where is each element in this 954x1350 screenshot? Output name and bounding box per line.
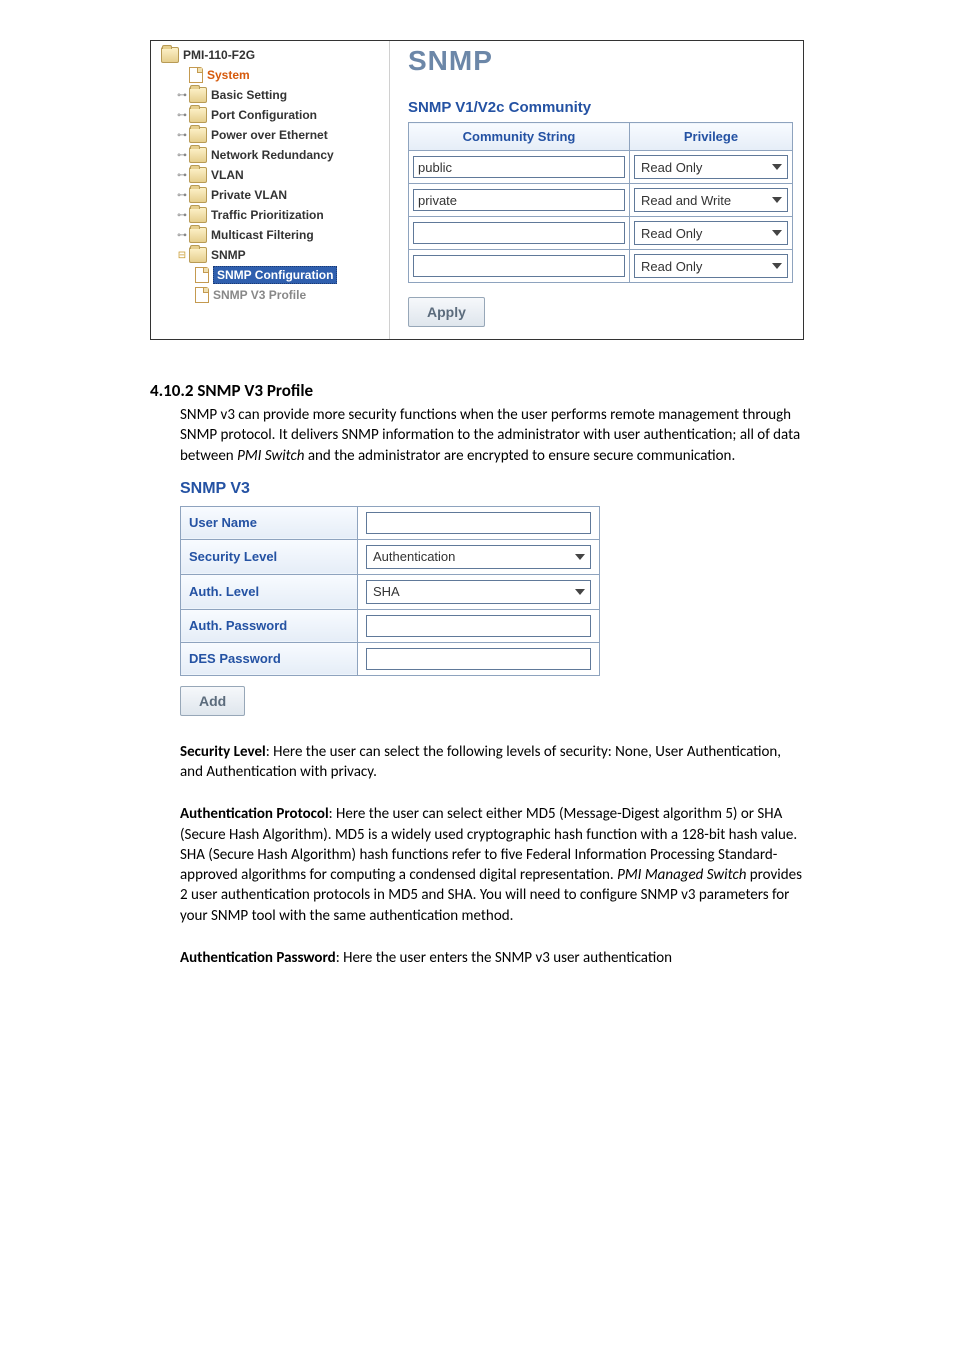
th-community: Community String	[409, 123, 630, 151]
apply-button[interactable]: Apply	[408, 297, 485, 327]
expand-icon[interactable]: ⊶	[177, 170, 187, 181]
lbl-security-level: Security Level	[181, 539, 358, 574]
chevron-down-icon	[769, 159, 785, 175]
community-input-0[interactable]	[413, 156, 625, 178]
paragraph-security-level: Security Level: Here the user can select…	[180, 742, 804, 783]
snmp-v3-screenshot: SNMP V3 User Name Security Level Authent…	[180, 480, 804, 716]
folder-icon	[161, 47, 179, 63]
chevron-down-icon	[769, 192, 785, 208]
expand-icon[interactable]: ⊶	[177, 90, 187, 101]
th-privilege: Privilege	[630, 123, 793, 151]
tree-snmp-config[interactable]: SNMP Configuration	[155, 265, 385, 285]
tree-snmp-v3-profile[interactable]: SNMP V3 Profile	[155, 285, 385, 305]
collapse-icon[interactable]: ⊟	[177, 250, 187, 261]
snmp-config-screenshot: PMI-110-F2G System ⊶ Basic Setting ⊶ Por…	[150, 40, 804, 340]
tree-poe[interactable]: ⊶ Power over Ethernet	[155, 125, 385, 145]
lbl-auth-level: Auth. Level	[181, 574, 358, 609]
expand-icon[interactable]: ⊶	[177, 230, 187, 241]
snmp-v3-table: User Name Security Level Authentication …	[180, 506, 600, 676]
privilege-select-2[interactable]: Read Only	[634, 221, 788, 245]
des-password-input[interactable]	[366, 648, 591, 670]
tree-port-config[interactable]: ⊶ Port Configuration	[155, 105, 385, 125]
lbl-user-name: User Name	[181, 506, 358, 539]
lbl-des-password: DES Password	[181, 642, 358, 675]
tree-basic-setting[interactable]: ⊶ Basic Setting	[155, 85, 385, 105]
folder-icon	[189, 187, 207, 203]
tree-vlan[interactable]: ⊶ VLAN	[155, 165, 385, 185]
folder-icon	[189, 87, 207, 103]
paragraph-auth-protocol: Authentication Protocol: Here the user c…	[180, 804, 804, 926]
section-heading-4-10-2: 4.10.2 SNMP V3 Profile	[150, 380, 804, 401]
tree-system[interactable]: System	[155, 65, 385, 85]
chevron-down-icon	[572, 584, 588, 600]
tree-snmp[interactable]: ⊟ SNMP	[155, 245, 385, 265]
tree-root[interactable]: PMI-110-F2G	[155, 45, 385, 65]
security-level-select[interactable]: Authentication	[366, 545, 591, 569]
user-name-input[interactable]	[366, 512, 591, 534]
community-input-2[interactable]	[413, 222, 625, 244]
chevron-down-icon	[769, 258, 785, 274]
nav-tree: PMI-110-F2G System ⊶ Basic Setting ⊶ Por…	[151, 41, 389, 339]
expand-icon[interactable]: ⊶	[177, 150, 187, 161]
community-input-1[interactable]	[413, 189, 625, 211]
expand-icon[interactable]: ⊶	[177, 190, 187, 201]
tree-traffic-prio[interactable]: ⊶ Traffic Prioritization	[155, 205, 385, 225]
add-button[interactable]: Add	[180, 686, 245, 716]
table-row: Read and Write	[409, 184, 793, 217]
auth-password-input[interactable]	[366, 615, 591, 637]
chevron-down-icon	[572, 549, 588, 565]
page-title: SNMP	[408, 45, 793, 77]
expand-icon[interactable]: ⊶	[177, 130, 187, 141]
page-icon	[195, 287, 209, 303]
paragraph-auth-password: Authentication Password: Here the user e…	[180, 948, 804, 968]
snmp-v3-title: SNMP V3	[180, 480, 804, 498]
tree-private-vlan[interactable]: ⊶ Private VLAN	[155, 185, 385, 205]
privilege-select-1[interactable]: Read and Write	[634, 188, 788, 212]
folder-icon	[189, 147, 207, 163]
folder-icon	[189, 207, 207, 223]
table-row: Read Only	[409, 250, 793, 283]
folder-icon	[189, 107, 207, 123]
folder-icon	[189, 247, 207, 263]
page-icon	[195, 267, 209, 283]
tree-multicast[interactable]: ⊶ Multicast Filtering	[155, 225, 385, 245]
section-heading: SNMP V1/V2c Community	[408, 99, 793, 116]
folder-icon	[189, 227, 207, 243]
page-icon	[189, 67, 203, 83]
folder-icon	[189, 127, 207, 143]
lbl-auth-password: Auth. Password	[181, 609, 358, 642]
expand-icon[interactable]: ⊶	[177, 210, 187, 221]
paragraph-intro: SNMP v3 can provide more security functi…	[180, 405, 804, 466]
community-table: Community String Privilege Read Only Rea…	[408, 122, 793, 283]
snmp-panel: SNMP SNMP V1/V2c Community Community Str…	[389, 41, 803, 339]
expand-icon[interactable]: ⊶	[177, 110, 187, 121]
chevron-down-icon	[769, 225, 785, 241]
privilege-select-0[interactable]: Read Only	[634, 155, 788, 179]
tree-net-redundancy[interactable]: ⊶ Network Redundancy	[155, 145, 385, 165]
table-row: Read Only	[409, 151, 793, 184]
privilege-select-3[interactable]: Read Only	[634, 254, 788, 278]
folder-icon	[189, 167, 207, 183]
table-row: Read Only	[409, 217, 793, 250]
auth-level-select[interactable]: SHA	[366, 580, 591, 604]
community-input-3[interactable]	[413, 255, 625, 277]
